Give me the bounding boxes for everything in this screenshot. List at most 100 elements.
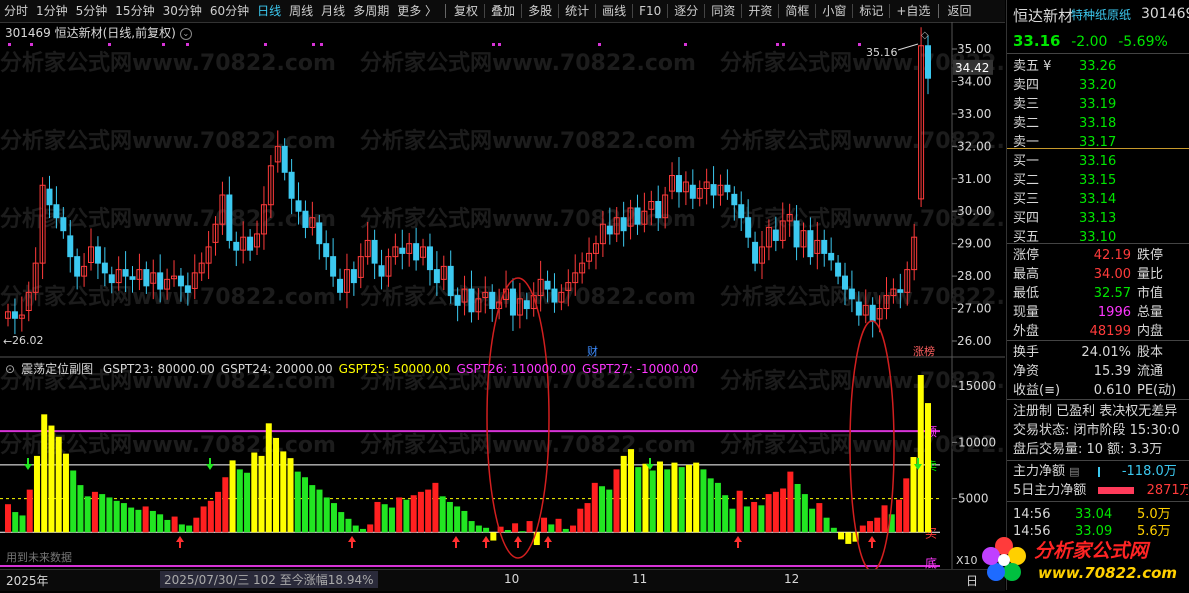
sub-bar bbox=[84, 496, 91, 533]
sub-bar bbox=[229, 460, 236, 533]
signal-dot bbox=[684, 43, 687, 46]
candle-body bbox=[447, 265, 454, 297]
kline-chart[interactable]: 分析家公式网www.70822.com 分析家公式网www.70822.com 分析… bbox=[0, 0, 1005, 569]
sub-bar bbox=[794, 483, 801, 533]
candle-body bbox=[468, 288, 475, 313]
cai-marker: 财 bbox=[587, 344, 598, 358]
cursor-info: 2025/07/30/三 102 至今涨幅18.94% bbox=[160, 571, 378, 588]
sub-bar bbox=[26, 489, 33, 533]
candle-body bbox=[122, 269, 129, 277]
sub-bar bbox=[91, 491, 98, 533]
sub-bar bbox=[874, 517, 881, 533]
sub-axis-tick: 15000 bbox=[958, 379, 996, 393]
candle-body bbox=[821, 239, 828, 254]
sub-bar bbox=[128, 507, 135, 533]
stat-label-2: PE(动) bbox=[1137, 383, 1177, 398]
sub-bar bbox=[685, 464, 692, 533]
sub-bar bbox=[381, 504, 388, 533]
signal-dot bbox=[8, 43, 11, 46]
sub-bar bbox=[302, 477, 309, 533]
stat-row: 最低 32.57 市值 bbox=[1013, 284, 1188, 303]
sub-bar bbox=[367, 524, 374, 533]
orderbook-row[interactable]: 卖二 33.18 bbox=[1013, 114, 1188, 133]
stat-row: 外盘 48199 内盘 bbox=[1013, 322, 1188, 341]
signal-dot bbox=[30, 43, 33, 46]
orderbook-label: 卖二 bbox=[1013, 116, 1040, 131]
sub-axis-unit: X10 bbox=[956, 554, 978, 567]
candle-body bbox=[94, 246, 101, 264]
candle-body bbox=[143, 269, 150, 287]
concept-tag[interactable]: 特种纸原纸 bbox=[1071, 6, 1131, 23]
future-data-note: 用到未来数据 bbox=[6, 550, 72, 564]
orderbook-row[interactable]: 卖五 ¥ 33.26 bbox=[1013, 57, 1188, 76]
sub-bar bbox=[345, 518, 352, 533]
sub-bar bbox=[736, 490, 743, 533]
sub-bar bbox=[135, 509, 142, 533]
site-logo: 分析家公式网 www.70822.com bbox=[978, 528, 1188, 590]
orderbook-row[interactable]: 买二 33.15 bbox=[1013, 171, 1188, 190]
orderbook-price: 33.26 bbox=[1079, 59, 1117, 74]
sub-bar bbox=[635, 467, 642, 533]
candle-body bbox=[710, 184, 717, 196]
candle-body bbox=[74, 256, 81, 277]
sub-bar bbox=[439, 496, 446, 533]
orderbook-row[interactable]: 卖一 33.17 bbox=[1013, 133, 1188, 152]
sub-indicator-toggle-icon[interactable]: ⊙ bbox=[5, 362, 15, 376]
sub-bar bbox=[265, 423, 272, 533]
orderbook-label: 卖三 bbox=[1013, 97, 1040, 112]
sub-bar bbox=[642, 463, 649, 533]
table-icon: ▤ bbox=[1069, 465, 1080, 478]
orderbook-row[interactable]: 买一 33.16 bbox=[1013, 152, 1188, 171]
sub-bar bbox=[142, 506, 149, 533]
candle-body bbox=[177, 275, 184, 287]
sub-bar bbox=[809, 508, 816, 533]
sub-bar bbox=[722, 495, 729, 533]
candle-body bbox=[738, 204, 745, 219]
orderbook-row[interactable]: 买四 33.13 bbox=[1013, 209, 1188, 228]
orderbook-price: 33.13 bbox=[1079, 211, 1117, 226]
sub-bar bbox=[512, 523, 519, 533]
sub-bar bbox=[236, 469, 243, 533]
price-line: 33.16 -2.00 -5.69% bbox=[1013, 32, 1168, 50]
sub-bar bbox=[454, 506, 461, 533]
orderbook-label: 卖一 bbox=[1013, 135, 1040, 150]
sub-bar bbox=[693, 462, 700, 533]
sub-bar bbox=[446, 501, 453, 533]
candle-body bbox=[157, 272, 164, 290]
stat-label-2: 市值 bbox=[1137, 286, 1164, 301]
signal-dot bbox=[264, 43, 267, 46]
sub-bar bbox=[403, 499, 410, 533]
sub-bar bbox=[910, 457, 917, 533]
current-price-tag: 34.42 bbox=[955, 61, 989, 75]
candle-body bbox=[337, 278, 344, 293]
candle-body bbox=[689, 184, 696, 199]
sub-param-2: GSPT25: 50000.00 bbox=[338, 362, 451, 376]
sub-bar bbox=[432, 482, 439, 533]
buy-arrow-icon bbox=[482, 536, 490, 548]
orderbook-row[interactable]: 买三 33.14 bbox=[1013, 190, 1188, 209]
orderbook-row[interactable]: 卖三 33.19 bbox=[1013, 95, 1188, 114]
buy-arrow-icon bbox=[452, 536, 460, 548]
logo-text: 分析家公式网 bbox=[1034, 540, 1149, 562]
sub-bar bbox=[171, 516, 178, 533]
date-axis: 2025年 2025/07/30/三 102 至今涨幅18.94% 10 11 … bbox=[0, 569, 1005, 591]
sub-bar bbox=[917, 375, 924, 533]
candle-body bbox=[745, 217, 752, 238]
stat-label-2: 流通 bbox=[1137, 364, 1164, 379]
buy-arrow-icon bbox=[734, 536, 742, 548]
candle-body bbox=[489, 291, 496, 310]
sub-bar bbox=[215, 491, 222, 533]
stock-code: 301469 bbox=[1141, 6, 1189, 22]
sub-bar bbox=[352, 525, 359, 533]
orderbook-row[interactable]: 买五 33.10 bbox=[1013, 228, 1188, 247]
candle-body bbox=[413, 243, 420, 261]
period-char: 日 bbox=[966, 574, 979, 588]
sub-indicator-name[interactable]: 震荡定位副图 bbox=[21, 362, 93, 376]
candle-body bbox=[53, 204, 60, 219]
orderbook-row[interactable]: 卖四 33.20 bbox=[1013, 76, 1188, 95]
sub-bar bbox=[519, 531, 526, 533]
sub-bar bbox=[838, 532, 845, 540]
candle-body bbox=[350, 269, 357, 284]
chevron-down-icon[interactable]: ⌄ bbox=[179, 27, 192, 40]
sub-bar bbox=[591, 482, 598, 533]
